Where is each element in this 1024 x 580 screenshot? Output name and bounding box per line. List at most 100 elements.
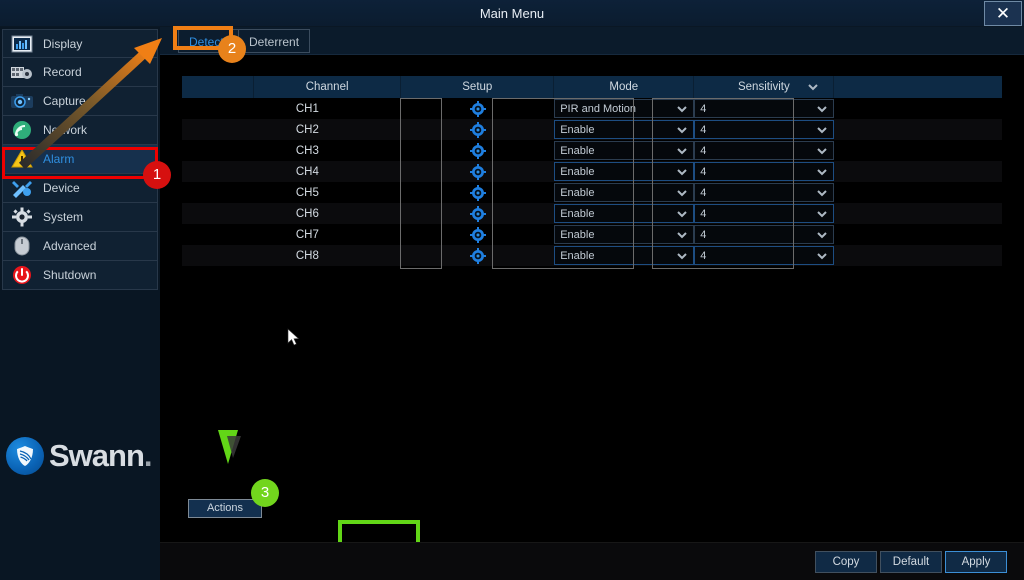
sensitivity-select[interactable]: 4 [694,183,835,202]
row-select-cell[interactable] [182,119,254,140]
app-window: Main Menu ✕ Display Record Capture Netwo… [0,0,1024,580]
sensitivity-cell: 4 [694,245,835,266]
row-select-cell[interactable] [182,203,254,224]
sidebar-item-label: Advanced [43,239,97,253]
mode-value: PIR and Motion [560,102,637,115]
chevron-down-icon[interactable] [676,103,688,115]
sensitivity-select[interactable]: 4 [694,162,835,181]
default-button[interactable]: Default [880,551,942,573]
sidebar-item-network[interactable]: Network [2,116,158,145]
apply-button[interactable]: Apply [945,551,1007,573]
sensitivity-cell: 4 [694,224,835,245]
sidebar-item-alarm[interactable]: Alarm [2,145,158,174]
actions-button[interactable]: Actions [188,499,262,518]
gear-icon[interactable] [469,100,487,118]
sensitivity-select[interactable]: 4 [694,99,835,118]
table-row: CH4 Enable 4 [182,161,1002,182]
sensitivity-select[interactable]: 4 [694,204,835,223]
chevron-down-icon[interactable] [816,208,828,220]
sidebar-item-device[interactable]: Device [2,174,158,203]
chevron-down-icon[interactable] [816,166,828,178]
page-title: Main Menu [479,6,545,21]
chevron-down-icon[interactable] [676,250,688,262]
chevron-down-icon[interactable] [676,187,688,199]
chevron-down-icon[interactable] [807,76,819,98]
row-select-cell[interactable] [182,140,254,161]
sensitivity-cell: 4 [694,98,835,119]
gear-icon[interactable] [469,121,487,139]
mode-value: Enable [560,207,595,220]
chevron-down-icon[interactable] [676,208,688,220]
mode-cell: Enable [554,161,695,182]
sensitivity-select[interactable]: 4 [694,246,835,265]
tab-deterrent[interactable]: Deterrent [238,29,311,53]
sidebar-item-label: Alarm [43,152,75,166]
sidebar-item-label: Device [43,181,80,195]
chevron-down-icon[interactable] [816,187,828,199]
channel-label: CH5 [295,186,319,199]
gear-icon[interactable] [469,142,487,160]
row-select-cell[interactable] [182,98,254,119]
mode-value: Enable [560,249,595,262]
gear-icon[interactable] [469,226,487,244]
row-select-cell[interactable] [182,182,254,203]
chevron-down-icon[interactable] [676,166,688,178]
sidebar-item-label: Record [43,65,82,79]
row-select-cell[interactable] [182,245,254,266]
sensitivity-value: 4 [700,102,707,115]
chevron-down-icon[interactable] [816,124,828,136]
title-bar: Main Menu ✕ [0,0,1024,27]
mode-select[interactable]: Enable [554,162,695,181]
chevron-down-icon[interactable] [676,145,688,157]
sidebar-item-label: Shutdown [43,268,97,282]
mode-select[interactable]: Enable [554,141,695,160]
chevron-down-icon[interactable] [676,229,688,241]
chevron-down-icon[interactable] [816,250,828,262]
table-header-row: Channel Setup Mode Sensitivity [182,76,1002,98]
sensitivity-select[interactable]: 4 [694,225,835,244]
sensitivity-select[interactable]: 4 [694,120,835,139]
mode-cell: Enable [554,140,695,161]
sidebar-item-shutdown[interactable]: Shutdown [2,261,158,290]
gear-icon[interactable] [469,163,487,181]
channel-label: CH8 [295,249,319,262]
sidebar-item-capture[interactable]: Capture [2,87,158,116]
mode-select[interactable]: Enable [554,183,695,202]
mode-select[interactable]: Enable [554,204,695,223]
blank-cell [834,98,1002,119]
display-icon [7,32,37,56]
gear-icon[interactable] [469,247,487,265]
setup-cell [401,245,554,266]
copy-button[interactable]: Copy [815,551,877,573]
mode-cell: Enable [554,182,695,203]
sensitivity-value: 4 [700,249,707,262]
sidebar-item-label: System [43,210,84,224]
chevron-down-icon[interactable] [816,145,828,157]
mode-select[interactable]: Enable [554,246,695,265]
sidebar-item-advanced[interactable]: Advanced [2,232,158,261]
sidebar-item-record[interactable]: Record [2,58,158,87]
sidebar-item-system[interactable]: System [2,203,158,232]
mode-select[interactable]: Enable [554,120,695,139]
gear-icon[interactable] [469,205,487,223]
close-icon[interactable]: ✕ [984,1,1022,26]
chevron-down-icon[interactable] [816,103,828,115]
gear-icon[interactable] [469,184,487,202]
column-header-sensitivity[interactable]: Sensitivity [694,76,835,98]
network-icon [7,118,37,142]
row-select-cell[interactable] [182,161,254,182]
row-select-cell[interactable] [182,224,254,245]
sensitivity-cell: 4 [694,203,835,224]
chevron-down-icon[interactable] [676,124,688,136]
sensitivity-value: 4 [700,228,707,241]
chevron-down-icon[interactable] [816,229,828,241]
setup-cell [401,98,554,119]
mode-select[interactable]: PIR and Motion [554,99,695,118]
sensitivity-select[interactable]: 4 [694,141,835,160]
setup-cell [401,224,554,245]
channel-label: CH7 [295,228,319,241]
setup-cell [401,161,554,182]
sidebar-item-display[interactable]: Display [2,29,158,58]
mode-select[interactable]: Enable [554,225,695,244]
channel-label: CH3 [295,144,319,157]
